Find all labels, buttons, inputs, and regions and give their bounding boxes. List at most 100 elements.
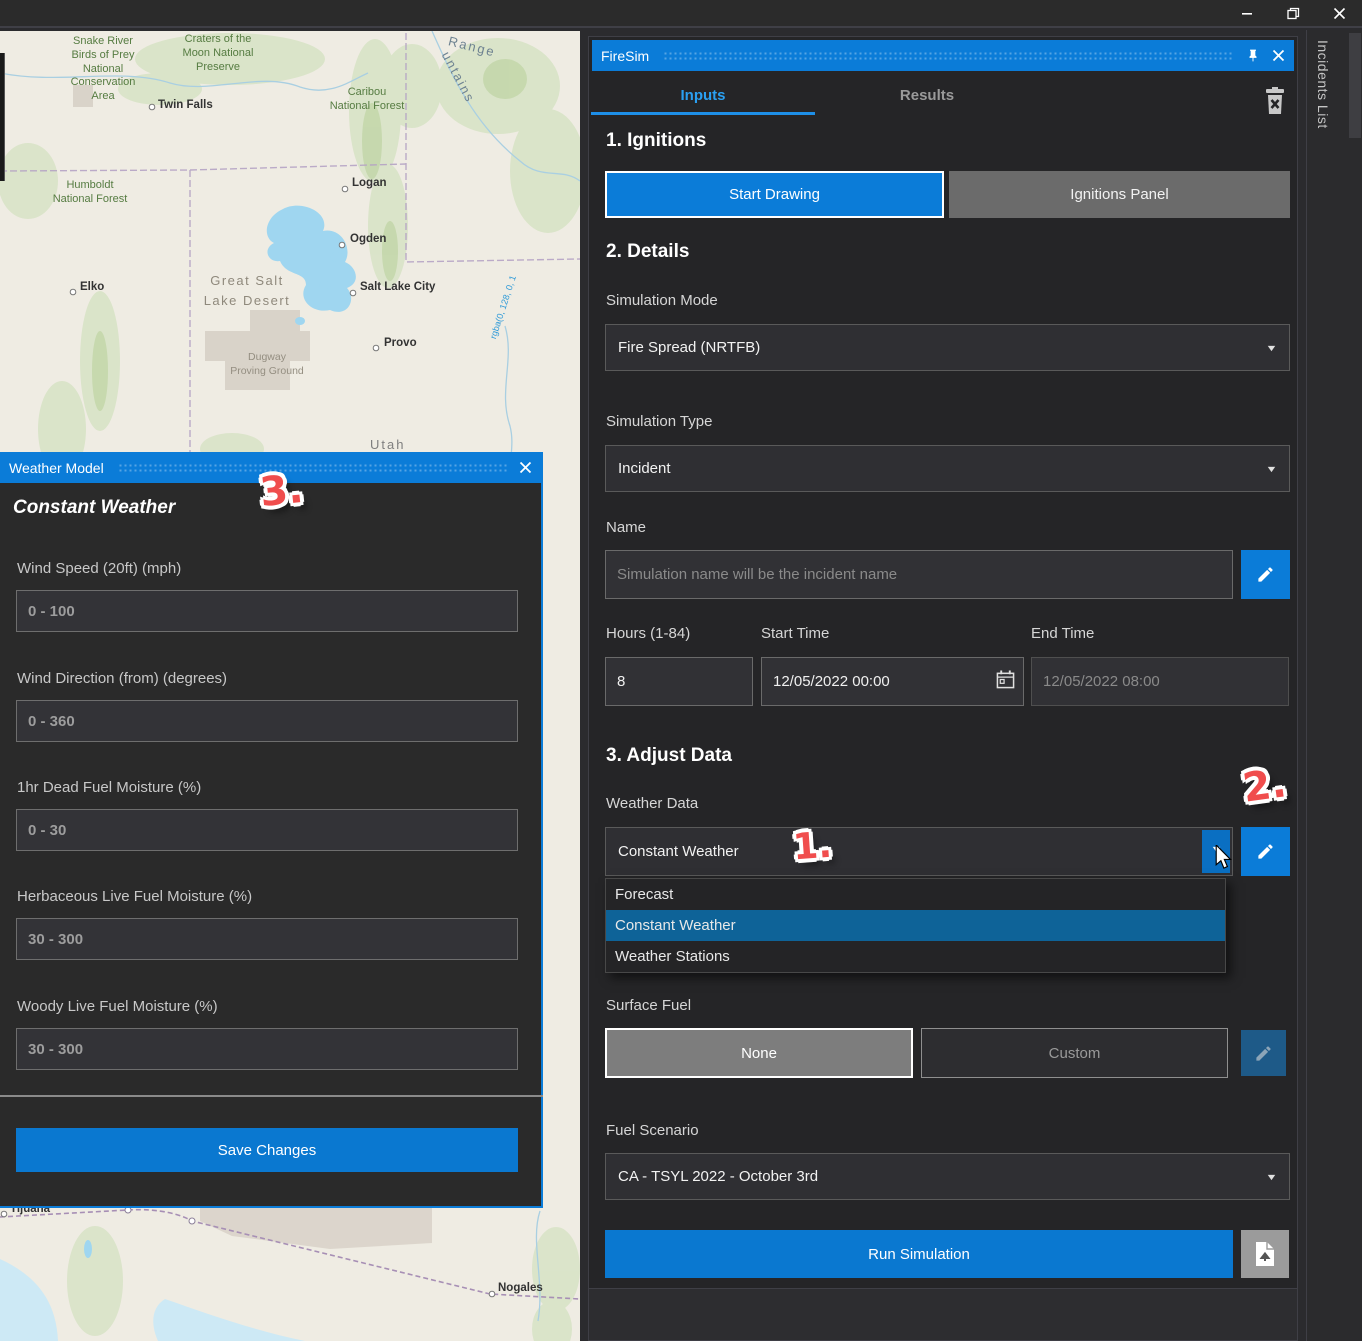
application-window: Snake River Birds of Prey National Conse… [0,0,1362,1341]
close-icon [1333,7,1346,20]
map-label-ogden: Ogden [350,233,386,245]
dropdown-option-constant-weather[interactable]: Constant Weather [606,910,1225,941]
fuel-scenario-select[interactable]: CA - TSYL 2022 - October 3rd ▼ [605,1153,1290,1200]
firesim-header[interactable]: FireSim [592,40,1294,71]
map-label-conservation-area: Snake River Birds of Prey National Conse… [28,35,178,104]
fuel-scenario-label: Fuel Scenario [606,1122,699,1139]
firesim-panel: FireSim Inputs Results 1. Ignitions Star… [588,36,1298,1341]
annotation-1: 1. [792,825,834,869]
hours-input[interactable] [605,657,753,706]
surface-fuel-custom-button[interactable]: Custom [921,1028,1228,1078]
map-label-elko: Elko [80,281,104,293]
map-label-nogales: Nogales [498,1282,543,1294]
edit-weather-data-button[interactable] [1241,827,1290,876]
chevron-down-icon: ▼ [1265,1172,1277,1182]
map-label-twin-falls: Twin Falls [158,99,213,111]
mouse-cursor [1212,845,1236,871]
map-label-humboldt: Humboldt National Forest [40,179,140,207]
chevron-down-icon: ▼ [1265,464,1277,474]
minimize-button[interactable] [1224,0,1270,26]
collapsed-panel-handle[interactable] [0,53,5,181]
constant-weather-heading: Constant Weather [13,497,175,519]
map-label-craters: Craters of the Moon National Preserve [168,33,268,74]
ignitions-panel-button[interactable]: Ignitions Panel [949,171,1290,218]
dialog-close-icon[interactable] [519,461,532,474]
ignitions-heading: 1. Ignitions [606,130,706,152]
annotation-3: 3. [258,466,306,516]
edit-surface-fuel-button [1241,1030,1286,1076]
pin-icon[interactable] [1246,48,1260,63]
save-changes-button[interactable]: Save Changes [16,1128,518,1172]
dialog-divider [0,1095,543,1097]
incidents-list-strip: Incidents List [1306,30,1362,1341]
delete-simulation-button[interactable] [1261,85,1289,117]
tab-inputs[interactable]: Inputs [591,77,815,113]
start-drawing-button[interactable]: Start Drawing [605,171,944,218]
weather-data-dropdown-list: Forecast Constant Weather Weather Statio… [605,878,1226,973]
export-simulation-button[interactable] [1241,1230,1289,1278]
end-time-label: End Time [1031,625,1094,642]
weather-model-title: Weather Model [9,461,104,475]
active-tab-underline [591,112,815,115]
trash-x-icon [1263,87,1287,115]
wind-direction-input[interactable]: 0 - 360 [16,700,518,742]
map-label-utah: Utah [370,437,405,452]
name-input[interactable] [605,550,1233,599]
run-simulation-button[interactable]: Run Simulation [605,1230,1233,1278]
details-heading: 2. Details [606,241,689,263]
drag-handle-dots [663,51,1234,62]
tab-results[interactable]: Results [815,77,1039,113]
map-label-great-salt-lake-desert: Great Salt Lake Desert [192,271,302,310]
dead-fuel-moisture-label: 1hr Dead Fuel Moisture (%) [17,779,201,796]
incidents-list-tab[interactable]: Incidents List [1315,40,1331,129]
drag-handle-dots [118,463,507,474]
woody-moisture-label: Woody Live Fuel Moisture (%) [17,998,218,1015]
dropdown-option-forecast[interactable]: Forecast [606,879,1225,910]
firesim-title: FireSim [601,49,649,63]
calendar-icon[interactable] [996,670,1015,694]
herbaceous-moisture-input[interactable]: 30 - 300 [16,918,518,960]
pencil-icon [1254,1044,1273,1063]
annotation-2: 2. [1240,760,1289,812]
pencil-icon [1256,565,1275,584]
herbaceous-moisture-label: Herbaceous Live Fuel Moisture (%) [17,888,252,905]
name-label: Name [606,519,646,536]
minimize-icon [1241,7,1253,19]
map-label-caribou: Caribou National Forest [322,86,412,114]
edit-name-button[interactable] [1241,550,1290,599]
end-time-input [1031,657,1289,706]
adjust-data-heading: 3. Adjust Data [606,745,732,767]
map-label-provo: Provo [384,337,417,349]
weather-data-label: Weather Data [606,795,698,812]
woody-moisture-input[interactable]: 30 - 300 [16,1028,518,1070]
file-upload-icon [1254,1241,1276,1267]
pencil-icon [1256,842,1275,861]
hours-label: Hours (1-84) [606,625,690,642]
simulation-type-select[interactable]: Incident ▼ [605,445,1290,492]
surface-fuel-none-button[interactable]: None [605,1028,913,1078]
wind-direction-label: Wind Direction (from) (degrees) [17,670,227,687]
map-label-dugway: Dugway Proving Ground [222,351,312,378]
panel-footer [589,1288,1297,1340]
restore-button[interactable] [1270,0,1316,26]
chevron-down-icon: ▼ [1265,343,1277,353]
simulation-type-label: Simulation Type [606,413,712,430]
weather-model-dialog: Weather Model Constant Weather Wind Spee… [0,452,543,1208]
panel-close-icon[interactable] [1272,49,1285,62]
wind-speed-input[interactable]: 0 - 100 [16,590,518,632]
dead-fuel-moisture-input[interactable]: 0 - 30 [16,809,518,851]
simulation-mode-label: Simulation Mode [606,292,718,309]
start-time-label: Start Time [761,625,829,642]
window-titlebar [0,0,1362,28]
map-label-salt-lake-city: Salt Lake City [360,281,435,293]
surface-fuel-label: Surface Fuel [606,997,691,1014]
close-button[interactable] [1316,0,1362,26]
dropdown-option-weather-stations[interactable]: Weather Stations [606,941,1225,972]
start-time-input[interactable] [761,657,1024,706]
incidents-scrollbar[interactable] [1349,33,1361,138]
restore-icon [1287,7,1300,20]
wind-speed-label: Wind Speed (20ft) (mph) [17,560,181,577]
simulation-mode-select[interactable]: Fire Spread (NRTFB) ▼ [605,324,1290,371]
map-label-logan: Logan [352,177,387,189]
weather-data-select[interactable]: Constant Weather ▼ [605,827,1233,876]
